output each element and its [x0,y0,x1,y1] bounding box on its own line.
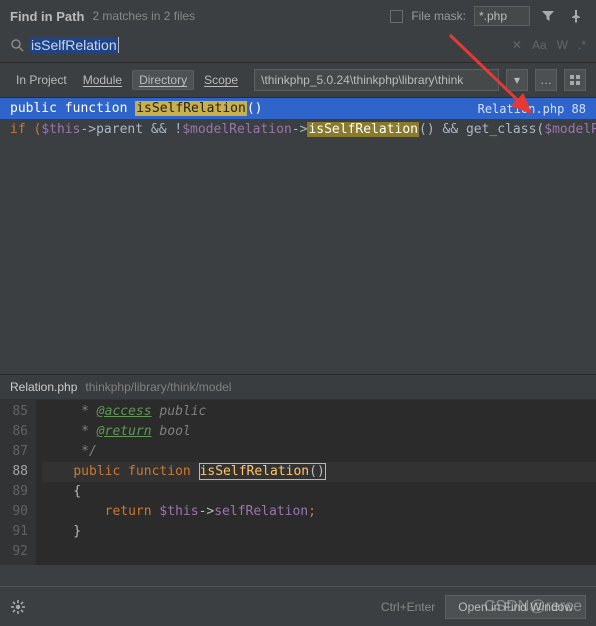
results-list: public function isSelfRelation() Relatio… [0,98,596,140]
preview-header: Relation.php thinkphp/library/think/mode… [0,374,596,400]
match-highlight: isSelfRelation [307,122,419,137]
tab-module[interactable]: Module [77,70,128,90]
filemask-label: File mask: [411,9,466,23]
result-row[interactable]: public function isSelfRelation() Relatio… [0,98,596,119]
scope-row: In Project Module Directory Scope ▾ … [0,62,596,98]
match-case-icon[interactable]: Aa [532,38,547,52]
search-query-text: isSelfRelation [30,37,118,53]
filemask-checkbox[interactable] [390,10,403,23]
directory-path-input[interactable] [254,69,499,91]
clear-icon[interactable]: ✕ [512,38,522,52]
tab-directory[interactable]: Directory [132,70,194,90]
recursive-icon[interactable] [564,69,586,91]
path-dropdown-icon[interactable]: ▾ [506,69,528,91]
search-input[interactable]: isSelfRelation [30,34,506,56]
regex-icon[interactable]: .* [578,38,586,52]
result-row[interactable]: if ($this->parent && !$modelRelation->is… [0,119,596,140]
preview-path: thinkphp/library/think/model [85,380,231,394]
match-count: 2 matches in 2 files [92,9,195,23]
code-preview[interactable]: 85 86 87 88 89 90 91 92 * @access public… [0,400,596,565]
words-icon[interactable]: W [557,38,568,52]
gutter: 85 86 87 88 89 90 91 92 [0,400,36,565]
tab-in-project[interactable]: In Project [10,70,73,90]
open-find-window-button[interactable]: Open in Find Window [445,595,586,619]
footer: Ctrl+Enter Open in Find Window [0,586,596,626]
preview-filename: Relation.php [10,380,77,394]
shortcut-hint: Ctrl+Enter [381,600,435,614]
result-file-info: Relation.php 88 [472,102,586,116]
search-row: isSelfRelation ✕ Aa W .* [0,30,596,62]
search-icon [10,38,24,52]
gear-icon[interactable] [10,599,26,615]
title-bar: Find in Path 2 matches in 2 files File m… [0,0,596,30]
code-lines: * @access public * @return bool */ publi… [36,400,596,565]
tab-scope[interactable]: Scope [198,70,244,90]
filemask-input[interactable] [474,6,530,26]
filter-icon[interactable] [538,9,558,23]
browse-path-button[interactable]: … [535,69,557,91]
match-highlight: isSelfRelation [135,101,247,116]
pin-icon[interactable] [566,9,586,23]
dialog-title: Find in Path [10,9,84,24]
